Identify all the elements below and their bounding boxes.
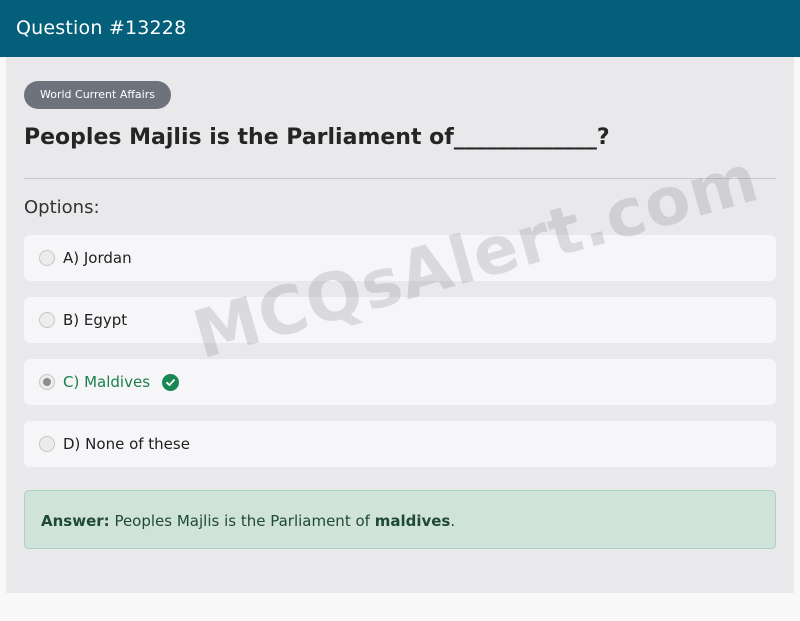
option-c[interactable]: C) Maldives bbox=[24, 359, 776, 405]
option-a-radio[interactable] bbox=[39, 250, 55, 266]
answer-suffix: . bbox=[450, 512, 456, 530]
option-a-label: A) Jordan bbox=[63, 249, 132, 267]
divider bbox=[24, 178, 776, 179]
category-badge[interactable]: World Current Affairs bbox=[24, 81, 171, 109]
check-circle-icon bbox=[162, 373, 180, 391]
question-number: Question #13228 bbox=[16, 17, 187, 39]
option-d[interactable]: D) None of these bbox=[24, 421, 776, 467]
option-b-label: B) Egypt bbox=[63, 311, 128, 329]
answer-text: Peoples Majlis is the Parliament of bbox=[114, 512, 370, 530]
option-c-label: C) Maldives bbox=[63, 373, 151, 391]
answer-box: Answer: Peoples Majlis is the Parliament… bbox=[24, 490, 776, 549]
option-b-radio[interactable] bbox=[39, 312, 55, 328]
option-d-radio[interactable] bbox=[39, 436, 55, 452]
option-a[interactable]: A) Jordan bbox=[24, 235, 776, 281]
question-text: Peoples Majlis is the Parliament of_____… bbox=[24, 125, 610, 150]
answer-value: maldives bbox=[374, 512, 451, 530]
option-d-label: D) None of these bbox=[63, 435, 190, 453]
option-b[interactable]: B) Egypt bbox=[24, 297, 776, 343]
options-heading: Options: bbox=[24, 197, 100, 218]
answer-prefix: Answer: bbox=[41, 512, 110, 530]
question-header: Question #13228 bbox=[0, 0, 800, 57]
option-c-radio[interactable] bbox=[39, 374, 55, 390]
